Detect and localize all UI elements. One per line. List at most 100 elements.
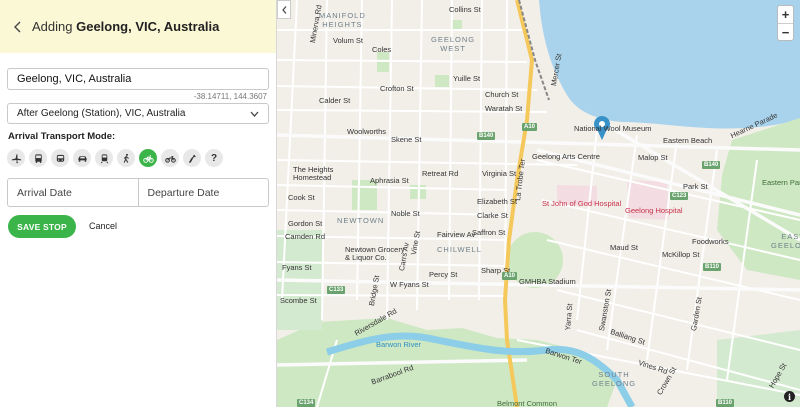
transport-walk-button[interactable] [117,149,135,167]
street-label: Yuille St [453,74,481,83]
street-label: Camden Rd [285,232,326,241]
street-label: Skene St [391,135,422,144]
transport-bus-button[interactable] [29,149,47,167]
road-shield: B110 [703,263,722,271]
zoom-in-button[interactable]: + [778,6,793,23]
map-view[interactable]: + − i MANIFOLD HEIGHTS GEELONG WEST NEWT… [277,0,800,407]
road-shield: B140 [702,161,721,169]
street-label: Maud St [610,243,638,252]
transport-horse-button[interactable] [183,149,201,167]
poi-label: Foodworks [692,237,729,246]
road-shield: C123 [670,192,689,200]
map-base [277,0,800,407]
street-label: Fyans St [282,263,312,272]
transport-bicycle-button[interactable] [139,149,157,167]
date-range: Arrival Date Departure Date [7,178,269,207]
question-mark-icon: ? [210,152,218,164]
corio-bay-water [539,0,800,129]
suburb-label: MANIFOLD HEIGHTS [319,11,366,29]
bicycle-icon [142,154,154,163]
suburb-label: CHILWELL [437,245,482,254]
street-label: Gordon St [288,219,323,228]
poi-label: Geelong Arts Centre [532,152,600,161]
street-label: Clarke St [477,211,508,220]
arrival-date-input[interactable]: Arrival Date [8,179,138,206]
road-shield: C133 [327,286,346,294]
park-label: Belmont Common [497,399,558,407]
zoom-controls: + − [777,5,794,41]
street-label: Church St [485,90,519,99]
street-label: Waratah St [485,104,523,113]
street-label: W Fyans St [390,280,429,289]
title-place: Geelong, VIC, Australia [76,19,220,34]
suburb-label: NEWTOWN [337,216,385,225]
car-icon [77,155,87,162]
suburb-label: EAST GEELONG [771,232,800,250]
suburb-label: SOUTH GEELONG [592,370,637,388]
street-label: Percy St [429,270,458,279]
street-label: Woolworths [347,127,387,136]
transport-coach-button[interactable] [51,149,69,167]
street-label: Saffron St [472,228,506,237]
hospital-label: Geelong Hospital [625,206,683,215]
road-shield: B140 [477,132,496,140]
after-stop-select[interactable]: After Geelong (Station), VIC, Australia [7,103,269,124]
departure-date-input[interactable]: Departure Date [137,179,269,206]
river-label: Barwon River [376,340,422,349]
cancel-button[interactable]: Cancel [89,221,117,231]
park [452,20,462,30]
panel-header: Adding Geelong, VIC, Australia [0,0,276,53]
street-label: Collins St [449,5,481,14]
hospital-label: St John of God Hospital [542,199,622,208]
plane-icon [11,153,21,163]
street-label: Newtown Grocery & Liquor Co. [345,245,405,262]
after-stop-value: After Geelong (Station), VIC, Australia [17,108,186,119]
street-label: Retreat Rd [422,169,459,178]
zoom-out-button[interactable]: − [778,23,793,40]
park [435,75,449,87]
transport-mode-label: Arrival Transport Mode: [8,131,116,142]
map-info-button[interactable]: i [784,391,795,402]
location-input[interactable]: Geelong, VIC, Australia [7,68,269,90]
transport-unknown-button[interactable]: ? [205,149,223,167]
suburb-label: GEELONG WEST [431,35,476,53]
coordinates-readout: -38.14711, 144.3607 [193,92,267,101]
street-label: Aphrasia St [370,176,409,185]
street-label: Crofton St [380,84,414,93]
road-shield: A10 [502,272,518,280]
chevron-down-icon [250,111,259,117]
street-label: Park St [683,182,708,191]
transport-mode-selector: ? [7,149,223,167]
coach-icon [56,154,64,162]
walk-icon [123,153,129,163]
street-label: Calder St [319,96,351,105]
bus-icon [34,153,42,163]
street-label: Elizabeth St [477,197,518,206]
transport-plane-button[interactable] [7,149,25,167]
horse-icon [188,154,196,163]
save-stop-button[interactable]: SAVE STOP [8,215,76,238]
street-label: Noble St [391,209,420,218]
panel-title: Adding Geelong, VIC, Australia [32,19,219,34]
add-stop-panel: Adding Geelong, VIC, Australia Geelong, … [0,0,277,407]
poi-label: Eastern Beach [663,136,713,145]
street-label: Fairview Av [437,230,476,239]
back-chevron-icon[interactable] [10,20,24,34]
transport-car-button[interactable] [73,149,91,167]
street-label: McKillop St [662,250,700,259]
transport-motorbike-button[interactable] [161,149,179,167]
street-label: Scombe St [280,296,317,305]
title-prefix: Adding [32,19,73,34]
poi-label: National Wool Museum [574,124,652,133]
street-label: The Heights Homestead [293,165,334,182]
chevron-left-icon [281,5,286,14]
street-label: Cook St [288,193,315,202]
park [377,52,389,72]
park-label: Eastern Park [762,178,800,187]
transport-train-button[interactable] [95,149,113,167]
road-shield: C134 [297,399,316,407]
road-shield: A10 [522,123,538,131]
street-label: Volum St [333,36,364,45]
collapse-panel-button[interactable] [277,0,291,19]
street-label: Virginia St [482,169,517,178]
